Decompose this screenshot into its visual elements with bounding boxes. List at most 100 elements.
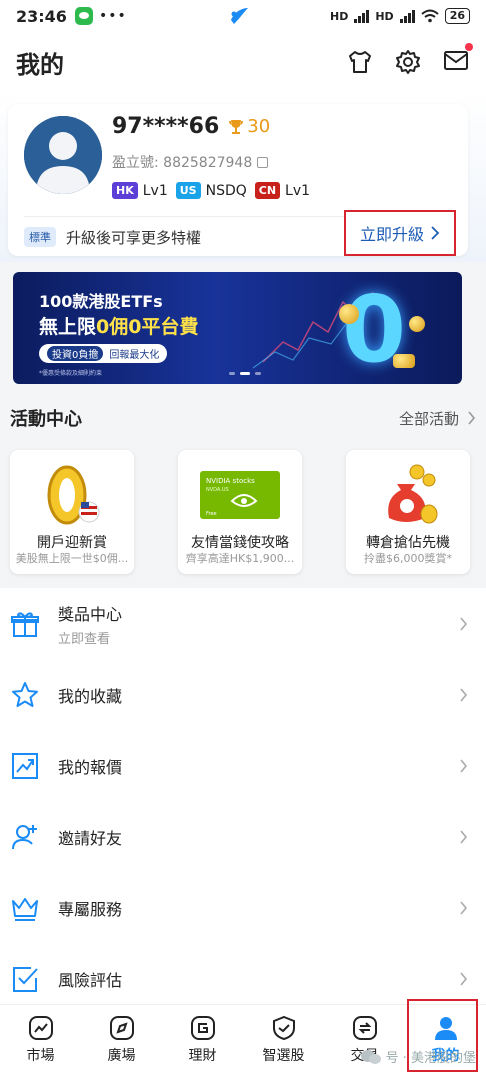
tshirt-icon[interactable] — [346, 48, 374, 76]
market-levels: HK Lv1 US NSDQ CN Lv1 — [112, 182, 310, 199]
status-bar: 23:46 ••• HD HD 26 — [0, 0, 486, 32]
level-hk-label: Lv1 — [142, 182, 168, 199]
activity-title: 活動中心 — [10, 409, 82, 430]
chevron-right-icon — [460, 829, 468, 844]
gold-zero-icon — [47, 465, 100, 525]
menu-text: 我的報價 — [58, 754, 122, 778]
crown-icon — [8, 891, 42, 925]
banner-main-highlight: 0佣0平台費 — [96, 316, 199, 338]
menu-label: 邀請好友 — [58, 828, 123, 848]
page-title: 我的 — [16, 50, 64, 79]
add-user-icon — [8, 820, 42, 854]
mail-button[interactable] — [442, 43, 473, 78]
level-cn[interactable]: CN Lv1 — [254, 182, 310, 199]
wealth-icon — [190, 1015, 215, 1040]
trophy-icon — [229, 119, 244, 134]
upgrade-text: 升級後可享更多特權 — [66, 228, 202, 247]
chevron-right-icon — [431, 226, 440, 240]
banner-main-prefix: 無上限 — [39, 316, 97, 338]
menu-item-quotes[interactable]: 我的報價 — [0, 730, 486, 801]
promo-banner[interactable]: 100款港股ETFs 無上限0佣0平台費 投資0負擔 回報最大化 *優惠受條款及細… — [13, 272, 462, 384]
nav-market[interactable]: 市場 — [0, 1005, 81, 1074]
activity-image — [346, 460, 470, 530]
menu-text: 邀請好友 — [58, 825, 122, 849]
battery-icon: 26 — [444, 8, 470, 24]
avatar[interactable] — [24, 116, 102, 194]
trade-icon — [352, 1015, 377, 1040]
chevron-right-icon — [468, 411, 476, 425]
banner-title: 100款港股ETFs — [39, 292, 163, 311]
menu-item-exclusive-service[interactable]: 專屬服務 — [0, 872, 486, 943]
gift-icon — [8, 607, 42, 641]
nav-square[interactable]: 廣場 — [81, 1005, 162, 1074]
upgrade-button-label: 立即升級 — [359, 225, 424, 244]
profile-area: 97****66 30 盈立號: 8825827948 HK Lv1 US NSDQ… — [0, 92, 486, 262]
gear-icon[interactable] — [394, 48, 422, 76]
menu-item-rewards[interactable]: 獎品中心 立即查看 — [0, 588, 486, 659]
menu-item-favorites[interactable]: 我的收藏 — [0, 659, 486, 730]
nav-smart-picks[interactable]: 智選股 — [243, 1005, 324, 1074]
menu-item-invite[interactable]: 邀請好友 — [0, 801, 486, 872]
nav-me[interactable]: 我的 — [405, 999, 486, 1074]
nav-label: 交易 — [350, 1047, 379, 1064]
activity-image — [10, 460, 134, 530]
points-badge[interactable]: 30 — [227, 116, 270, 137]
check-icon — [8, 962, 42, 996]
activity-card-referral[interactable]: NVIDIA stocks NVDA.US Free 友情當錢使攻略 齊享高達H… — [178, 450, 302, 574]
nav-label: 理財 — [188, 1047, 217, 1064]
copy-icon[interactable] — [257, 156, 269, 168]
activity-card-subtitle: 齊享高達HK$1,900... — [185, 552, 295, 565]
nav-wealth[interactable]: 理財 — [162, 1005, 243, 1074]
banner-pill-b: 回報最大化 — [109, 350, 160, 361]
menu-label: 我的報價 — [58, 757, 123, 777]
bottom-nav: 市場 廣場 理財 智選股 交易 我的 — [0, 999, 486, 1074]
menu-text: 風險評估 — [58, 967, 122, 991]
activity-card-subtitle: 拎盡$6,000獎賞* — [364, 552, 452, 565]
chevron-right-icon — [460, 616, 468, 631]
menu-label: 我的收藏 — [58, 686, 123, 706]
username-row: 97****66 30 — [112, 114, 270, 139]
nav-label: 智選股 — [262, 1047, 305, 1064]
coin-icon — [409, 316, 425, 332]
points-value: 30 — [247, 116, 271, 137]
standard-badge: 標準 — [24, 227, 56, 247]
menu-text: 我的收藏 — [58, 683, 122, 707]
menu-label: 專屬服務 — [58, 899, 123, 919]
nvidia-free: Free — [206, 511, 217, 517]
account-id-text: 盈立號: 8825827948 — [112, 155, 253, 171]
banner-pager — [229, 372, 261, 375]
level-us[interactable]: US NSDQ — [175, 182, 247, 199]
all-activities-link[interactable]: 全部活動 — [399, 408, 476, 429]
menu-label: 風險評估 — [58, 970, 123, 990]
nav-label: 市場 — [26, 1047, 55, 1064]
profile-card[interactable]: 97****66 30 盈立號: 8825827948 HK Lv1 US NSDQ… — [8, 104, 468, 256]
avatar-person-icon — [24, 116, 102, 194]
chevron-right-icon — [460, 758, 468, 773]
menu-label: 獎品中心 — [58, 604, 123, 624]
activity-card-title: 轉倉搶佔先機 — [366, 535, 450, 551]
hk-tag: HK — [112, 182, 138, 199]
activity-card-open-account[interactable]: 開戶迎新賞 美股無上限一世$0佣... — [10, 450, 134, 574]
level-hk[interactable]: HK Lv1 — [112, 182, 168, 199]
page-header: 我的 — [0, 32, 486, 92]
nvidia-caption: NVIDIA stocks — [206, 477, 255, 485]
signal-icon-2 — [399, 9, 415, 23]
money-bag-icon — [388, 464, 438, 524]
activity-cards: 開戶迎新賞 美股無上限一世$0佣... NVIDIA stocks NVDA.U… — [10, 450, 470, 574]
banner-main: 無上限0佣0平台費 — [39, 312, 198, 339]
activity-card-title: 開戶迎新賞 — [37, 535, 107, 551]
activity-image: NVIDIA stocks NVDA.US Free — [178, 460, 302, 530]
menu-list: 獎品中心 立即查看 我的收藏 我的報價 邀請好友 專屬服務 風險評估 — [0, 588, 486, 1008]
coin-icon — [393, 354, 415, 368]
nvidia-sub: NVDA.US — [206, 487, 229, 493]
nav-trade[interactable]: 交易 — [324, 1005, 405, 1074]
activity-card-transfer[interactable]: 轉倉搶佔先機 拎盡$6,000獎賞* — [346, 450, 470, 574]
nav-label: 廣場 — [107, 1047, 136, 1064]
header-actions — [346, 43, 473, 78]
chevron-right-icon — [460, 971, 468, 986]
status-time: 23:46 — [16, 6, 67, 26]
chart-icon — [8, 749, 42, 783]
activity-card-title: 友情當錢使攻略 — [191, 535, 289, 551]
upgrade-button[interactable]: 立即升級 — [344, 210, 456, 256]
market-icon — [28, 1015, 53, 1040]
